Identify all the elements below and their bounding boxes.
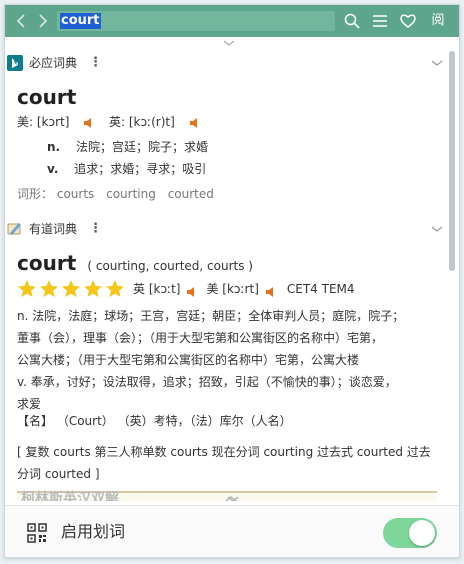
youdao-headword: court xyxy=(17,251,77,275)
youdao-name-entry: 【名】 （Court） （英）考特，（法）库尔（人名） xyxy=(17,414,292,428)
part-of-speech: v. xyxy=(47,162,59,176)
word-form-link[interactable]: courted xyxy=(168,187,214,201)
definition-line: 求爱 xyxy=(17,397,42,411)
bing-dict-header[interactable]: 必应词典 ⋮ xyxy=(5,53,445,73)
star-icon xyxy=(106,280,124,297)
bing-word-forms: 词形： courts courting courted xyxy=(17,186,214,202)
speaker-icon[interactable] xyxy=(186,283,198,297)
speaker-icon[interactable] xyxy=(189,117,201,129)
bing-phonetic-us: 美: [kɔrt] xyxy=(17,114,95,130)
enable-selection-lookup-toggle[interactable] xyxy=(383,518,437,548)
bing-sense-row: v. 追求；求婚；寻求；吸引 xyxy=(47,161,206,177)
star-icon xyxy=(84,280,102,297)
top-toolbar: court 阅 xyxy=(5,5,459,37)
youdao-dict-name: 有道词典 xyxy=(29,222,78,236)
youdao-levels: CET4 TEM4 xyxy=(286,282,355,296)
chevron-down-icon[interactable] xyxy=(431,59,443,67)
youdao-dict-header[interactable]: 有道词典 ⋮ xyxy=(5,219,445,239)
definition-line: v. 奉承，讨好；设法取得，追求；招致，引起（不愉快的事）；谈恋爱， xyxy=(17,375,397,389)
youdao-inflection-summary: [ 复数 courts 第三人称单数 courts 现在分词 courting … xyxy=(17,441,431,485)
youdao-rating-row: 英 [kɔːt] 美 [kɔːrt] CET4 TEM4 xyxy=(17,279,355,299)
bing-dict-name: 必应词典 xyxy=(29,56,78,70)
dictionary-popup: court 阅 必应词典 ⋮ court 美: [kɔrt] 英: [kɔː(r… xyxy=(4,4,460,558)
youdao-inflections: ( courting, courted, courts ) xyxy=(87,259,253,273)
bing-phonetic-uk: 英: [kɔː(r)t] xyxy=(109,114,201,130)
bing-sense-row: n. 法院；宫廷；院子；求婚 xyxy=(47,139,208,155)
word-forms-label: 词形： xyxy=(17,187,54,201)
definition-line: 公寓大楼；（用于大型宅第和公寓街区的名称中）宅第，公寓大楼 xyxy=(17,353,360,367)
chevron-up-icon[interactable] xyxy=(225,495,237,503)
sense-definition: 追求；求婚；寻求；吸引 xyxy=(74,162,207,176)
star-icon xyxy=(18,280,36,297)
youdao-phonetic-us: 美 [kɔːrt] xyxy=(206,282,259,296)
qr-code-icon[interactable] xyxy=(27,523,47,543)
youdao-phonetic-uk: 英 [kɔːt] xyxy=(133,282,181,296)
back-arrow-icon[interactable] xyxy=(13,12,29,30)
sense-definition: 法院；宫廷；院子；求婚 xyxy=(75,140,208,154)
youdao-headword-row: court ( courting, courted, courts ) xyxy=(17,251,253,275)
menu-icon[interactable] xyxy=(371,12,389,30)
definition-line: n. 法院，法庭；球场；王宫，宫廷；朝臣；全体审判人员；庭院，院子； xyxy=(17,309,405,323)
collins-dict-name: 柯林斯英汉双解 xyxy=(21,491,119,501)
youdao-logo-icon xyxy=(7,221,23,237)
inflection-line: 分词 courted ] xyxy=(17,467,100,481)
more-options-icon[interactable]: ⋮ xyxy=(89,55,102,71)
bing-headword: court xyxy=(17,85,77,109)
word-form-link[interactable]: courts xyxy=(57,187,94,201)
chevron-down-icon[interactable] xyxy=(431,225,443,233)
youdao-definitions: n. 法院，法庭；球场；王宫，宫廷；朝臣；全体审判人员；庭院，院子； 董事（会）… xyxy=(17,305,441,415)
inflection-line: [ 复数 courts 第三人称单数 courts 现在分词 courting … xyxy=(17,445,431,459)
definition-line: 董事（会），理事（会）；（用于大型宅第和公寓街区的名称中）宅第， xyxy=(17,331,384,345)
bing-logo-icon xyxy=(7,55,23,71)
results-panel: 必应词典 ⋮ court 美: [kɔrt] 英: [kɔː(r)t] n. 法… xyxy=(5,49,445,501)
toggle-knob[interactable] xyxy=(409,520,435,546)
read-mode-button[interactable]: 阅 xyxy=(429,12,447,30)
word-form-link[interactable]: courting xyxy=(106,187,156,201)
collapse-row xyxy=(5,37,459,49)
speaker-icon[interactable] xyxy=(83,117,95,129)
bing-phonetic-uk-text: 英: [kɔː(r)t] xyxy=(109,115,175,129)
rating-stars xyxy=(17,279,127,299)
scrollbar-thumb[interactable] xyxy=(449,51,455,271)
search-query[interactable]: court xyxy=(60,13,101,29)
bottom-bar: 启用划词 xyxy=(5,505,459,557)
scrollbar[interactable] xyxy=(447,49,457,501)
forward-arrow-icon[interactable] xyxy=(35,12,51,30)
part-of-speech: n. xyxy=(47,140,61,154)
bing-phonetic-us-text: 美: [kɔrt] xyxy=(17,115,70,129)
enable-selection-lookup-label: 启用划词 xyxy=(61,522,126,541)
chevron-up-icon[interactable] xyxy=(223,39,235,47)
star-icon xyxy=(62,280,80,297)
more-options-icon[interactable]: ⋮ xyxy=(89,221,102,237)
search-icon[interactable] xyxy=(343,12,361,30)
speaker-icon[interactable] xyxy=(265,283,277,297)
heart-icon[interactable] xyxy=(399,12,417,30)
search-input[interactable]: court xyxy=(57,11,335,31)
star-icon xyxy=(40,280,58,297)
